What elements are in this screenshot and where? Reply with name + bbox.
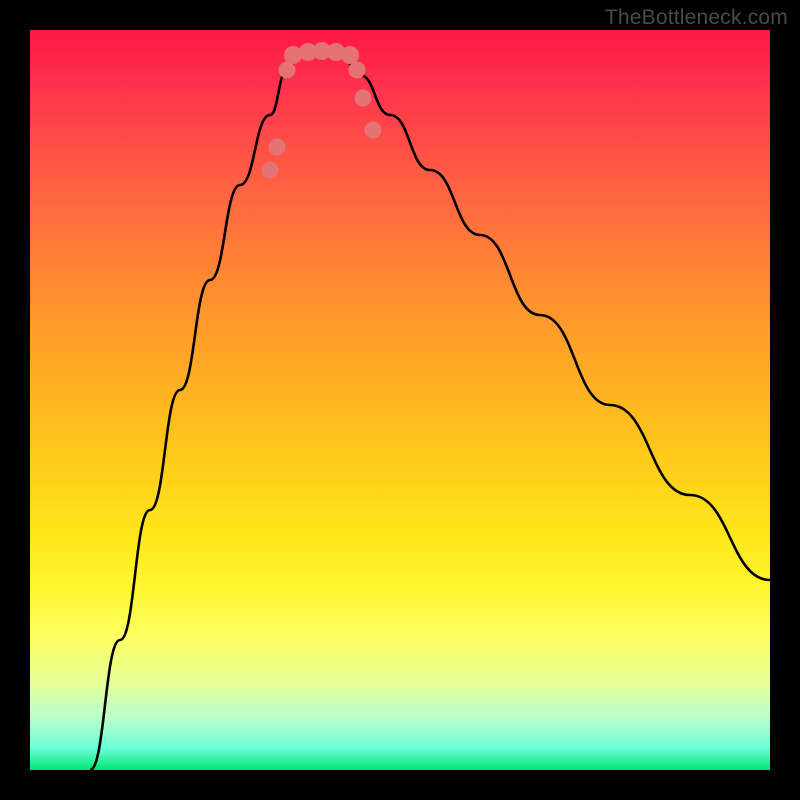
watermark-text: TheBottleneck.com [605, 6, 788, 30]
chart-svg [30, 30, 770, 770]
marker-middot [284, 46, 302, 64]
marker-dots [262, 42, 382, 179]
marker-dot [262, 162, 279, 179]
marker-dot [269, 139, 286, 156]
marker-dot [279, 62, 296, 79]
marker-dot [355, 90, 372, 107]
marker-dot [349, 62, 366, 79]
bottleneck-chart [30, 30, 770, 770]
marker-middot [341, 46, 359, 64]
left-curve [90, 52, 300, 770]
right-curve [340, 52, 770, 580]
marker-dot [365, 122, 382, 139]
